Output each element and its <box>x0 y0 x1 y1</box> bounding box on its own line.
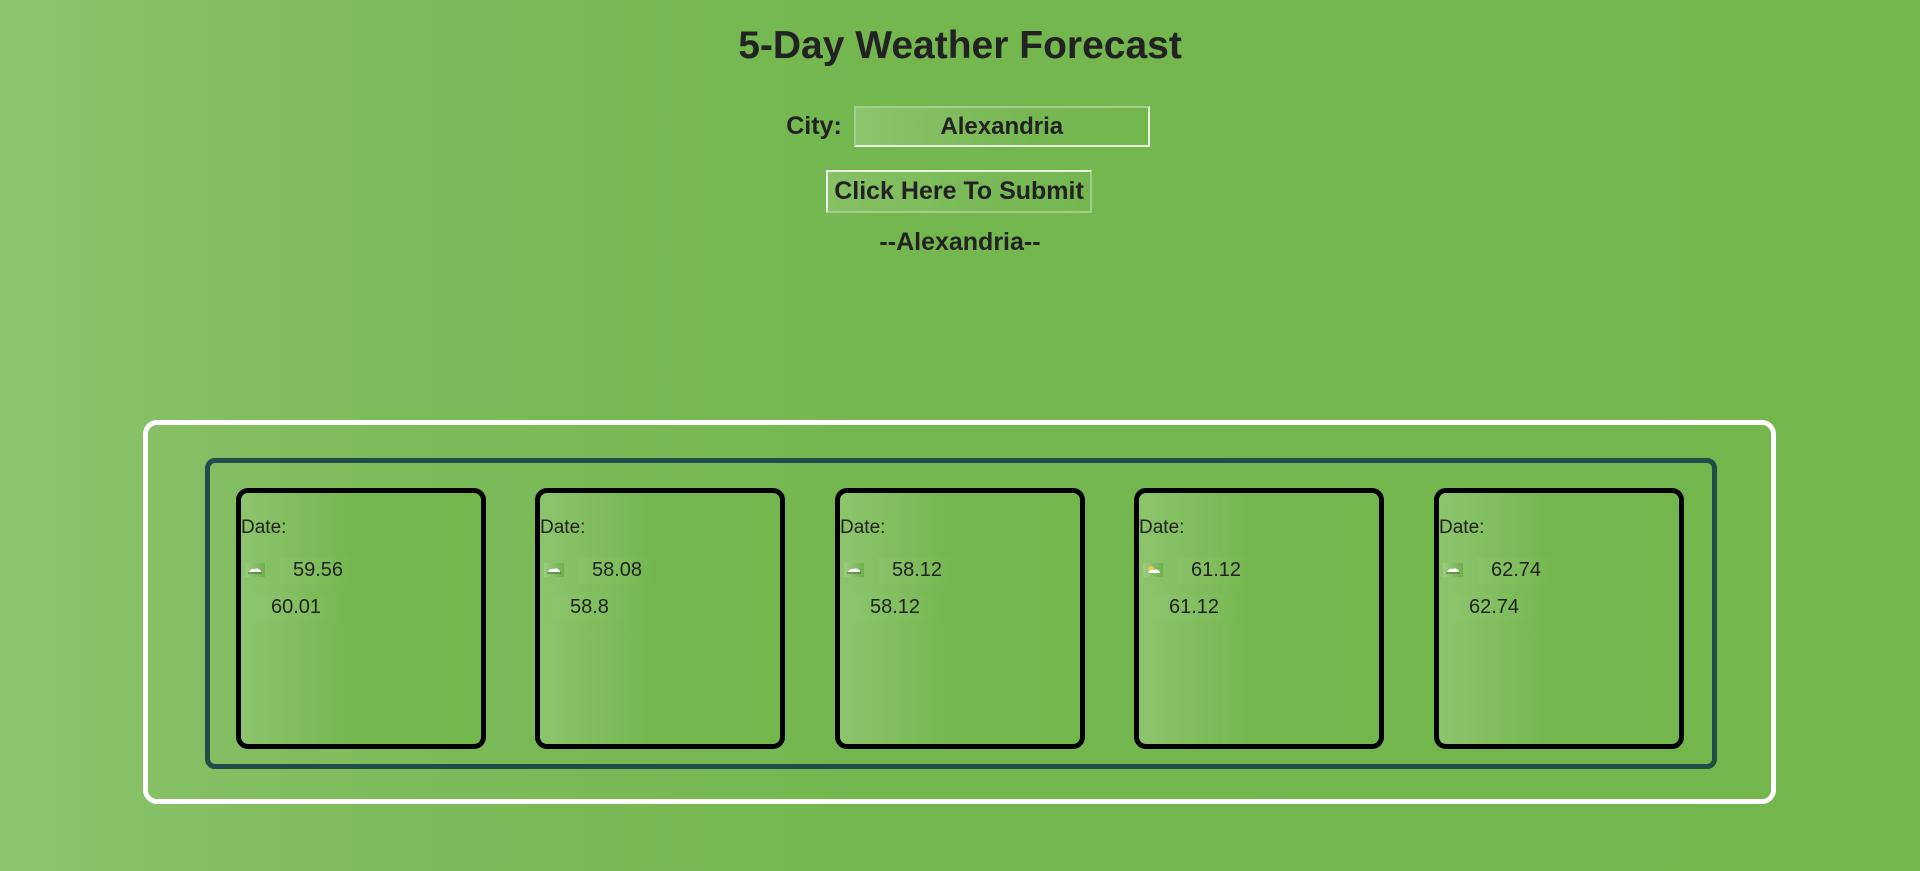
forecast-date-label: Date: <box>241 517 287 538</box>
forecast-high-temp: 58.08 <box>578 557 657 584</box>
forecast-card-day-1: Date: 59.56 60.01 <box>236 488 486 749</box>
forecast-date-label: Date: <box>840 517 886 538</box>
forecast-date-label: Date: <box>540 517 586 538</box>
city-input[interactable] <box>853 106 1150 147</box>
cloud-icon <box>844 563 864 577</box>
page-title: 5-Day Weather Forecast <box>738 24 1182 67</box>
cloud-icon <box>245 563 265 577</box>
forecast-high-temp: 59.56 <box>279 557 358 584</box>
forecast-low-temp: 61.12 <box>1149 594 1240 621</box>
forecast-date-label: Date: <box>1439 517 1485 538</box>
forecast-low-temp: 60.01 <box>251 594 342 621</box>
cloud-icon <box>1443 563 1463 577</box>
forecast-high-temp: 58.12 <box>878 557 957 584</box>
city-heading: --Alexandria-- <box>879 228 1041 256</box>
sun-cloud-icon <box>1143 563 1163 577</box>
forecast-card-day-3: Date: 58.12 58.12 <box>835 488 1085 749</box>
forecast-card-day-5: Date: 62.74 62.74 <box>1434 488 1684 749</box>
forecast-high-temp: 61.12 <box>1177 557 1256 584</box>
forecast-date-label: Date: <box>1139 517 1185 538</box>
forecast-low-temp: 58.12 <box>850 594 941 621</box>
cloud-icon <box>544 563 564 577</box>
forecast-low-temp: 62.74 <box>1449 594 1540 621</box>
forecast-low-temp: 58.8 <box>550 594 629 621</box>
forecast-high-temp: 62.74 <box>1477 557 1556 584</box>
forecast-card-day-2: Date: 58.08 58.8 <box>535 488 785 749</box>
forecast-card-day-4: Date: 61.12 61.12 <box>1134 488 1384 749</box>
city-form-row: City: <box>0 106 1920 147</box>
city-label: City: <box>786 112 842 140</box>
submit-button[interactable]: Click Here To Submit <box>826 170 1092 213</box>
